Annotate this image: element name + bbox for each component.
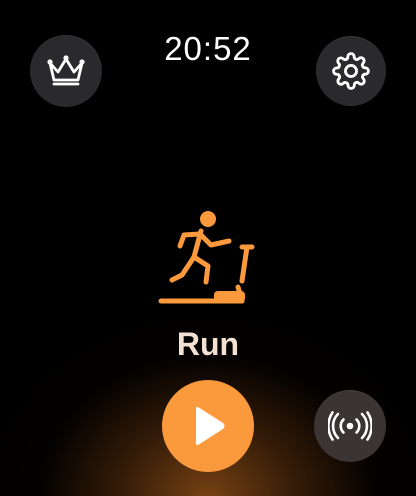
settings-button[interactable] [316,36,386,106]
start-workout-button[interactable] [162,380,254,472]
treadmill-runner-icon [158,211,255,304]
workout-name-label: Run [176,326,240,362]
broadcast-icon [328,411,372,441]
play-icon [196,407,225,445]
workout-start-screen: 20:52 Run [0,0,416,496]
gear-icon [332,52,370,90]
broadcast-button[interactable] [314,390,386,462]
runner-head [200,211,216,227]
